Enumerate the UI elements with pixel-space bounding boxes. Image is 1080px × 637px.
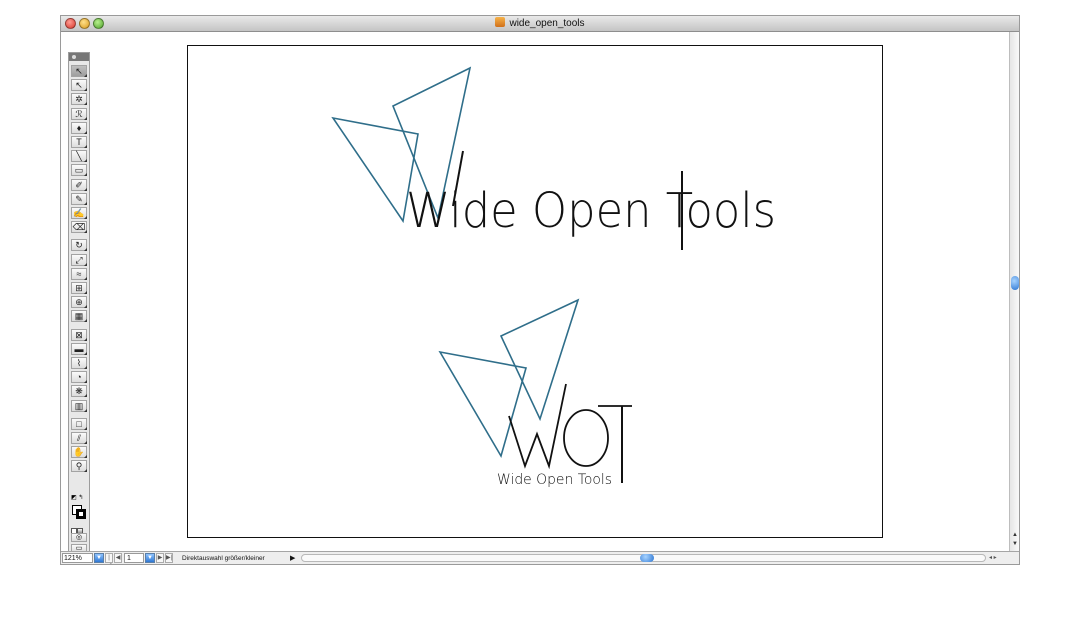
document-canvas[interactable]: Wide Open Tools Wide Open Tools ↖ ↖ ✲ ℛ ♦ T ╲ ▭… bbox=[61, 32, 1009, 560]
status-menu-arrow-icon[interactable]: ▶ bbox=[290, 552, 295, 564]
pencil-tool-icon[interactable]: ✎ bbox=[71, 192, 87, 205]
type-tool-icon[interactable]: T bbox=[71, 136, 87, 148]
fill-stroke-icon[interactable] bbox=[71, 504, 87, 520]
logo-wordmark-text: Wide Open Tools bbox=[406, 183, 776, 239]
horizontal-scroll-arrows-icon[interactable]: ◂ ▸ bbox=[989, 553, 997, 563]
rectangle-tool-icon[interactable]: ▭ bbox=[71, 164, 87, 177]
drawing-mode-icon[interactable]: ◎ bbox=[71, 533, 87, 542]
blend-tool-icon[interactable]: ◔ bbox=[71, 371, 87, 384]
shape-builder-tool-icon[interactable]: ⊕ bbox=[71, 296, 87, 309]
window-title: wide_open_tools bbox=[509, 18, 585, 29]
horizontal-scroll-thumb[interactable] bbox=[640, 554, 654, 562]
next-artboard-button[interactable]: ▶ bbox=[156, 553, 164, 563]
panel-close-icon[interactable] bbox=[72, 55, 76, 59]
slice-tool-icon[interactable]: ⫽ bbox=[71, 432, 87, 444]
zoom-field[interactable]: 121% bbox=[62, 553, 93, 563]
rotate-tool-icon[interactable]: ↻ bbox=[71, 239, 87, 252]
zoom-dropdown-button[interactable]: ▼ bbox=[94, 553, 104, 563]
paintbrush-tool-icon[interactable]: ✐ bbox=[71, 178, 87, 191]
symbol-sprayer-tool-icon[interactable]: ❋ bbox=[71, 385, 87, 398]
direct-selection-tool-icon[interactable]: ↖ bbox=[71, 79, 87, 92]
scale-tool-icon[interactable]: ⤢ bbox=[71, 253, 87, 266]
blob-brush-tool-icon[interactable]: ✍ bbox=[71, 207, 87, 219]
color-mode-icon[interactable] bbox=[71, 523, 87, 554]
title-bar[interactable]: wide_open_tools bbox=[61, 16, 1019, 32]
vertical-scrollbar[interactable]: ▲ ▼ bbox=[1009, 32, 1019, 551]
tools-panel: ↖ ↖ ✲ ℛ ♦ T ╲ ▭ ✐ ✎ ✍ ⌫ ↻ ⤢ ≈ ⊞ ⊕ ▦ ⊠ ▬ ⌇ ◔ ❋ ▥ □ ⫽ ✋ ⚲ ◩ ↰ ◎ ▭ bbox=[68, 52, 90, 560]
warp-tool-icon[interactable]: ≈ bbox=[71, 267, 87, 280]
gradient-tool-icon[interactable]: ▬ bbox=[71, 342, 87, 355]
vertical-scroll-thumb[interactable] bbox=[1011, 276, 1019, 290]
mesh-tool-icon[interactable]: ⊠ bbox=[71, 328, 87, 341]
artboard[interactable]: Wide Open Tools Wide Open Tools bbox=[187, 45, 883, 538]
lasso-tool-icon[interactable]: ℛ bbox=[71, 107, 87, 120]
tools-panel-header[interactable] bbox=[69, 53, 89, 61]
artboard-dropdown-button[interactable]: ▼ bbox=[145, 553, 155, 563]
mark-triangle-small bbox=[438, 350, 528, 459]
swap-colors-icon[interactable]: ◩ ↰ bbox=[71, 495, 87, 502]
status-text: Direktauswahl größer/kleiner bbox=[182, 555, 265, 562]
zoom-tool-icon[interactable]: ⚲ bbox=[71, 460, 87, 473]
horizontal-scrollbar[interactable] bbox=[301, 554, 986, 562]
artboard-tool-icon[interactable]: □ bbox=[71, 417, 87, 430]
mark-subtitle: Wide Open Tools bbox=[497, 472, 612, 488]
last-artboard-button[interactable]: ▶| bbox=[165, 553, 173, 563]
status-bar: 121% ▼ |◀ ◀ 1 ▼ ▶ ▶| Direktauswahl größe… bbox=[61, 551, 1019, 564]
selection-tool-icon[interactable]: ↖ bbox=[71, 65, 87, 77]
document-icon bbox=[495, 17, 506, 27]
scroll-down-arrow-icon[interactable]: ▼ bbox=[1012, 541, 1018, 548]
window-title-group: wide_open_tools bbox=[61, 17, 1019, 31]
eyedropper-tool-icon[interactable]: ⌇ bbox=[71, 357, 87, 369]
line-segment-tool-icon[interactable]: ╲ bbox=[71, 150, 87, 163]
scroll-up-arrow-icon[interactable]: ▲ bbox=[1012, 532, 1018, 539]
eraser-tool-icon[interactable]: ⌫ bbox=[71, 221, 87, 234]
logo-artwork: Wide Open Tools Wide Open Tools bbox=[331, 66, 776, 488]
pen-tool-icon[interactable]: ♦ bbox=[71, 121, 87, 134]
mark-triangle-large bbox=[499, 298, 580, 422]
perspective-grid-tool-icon[interactable]: ▦ bbox=[71, 310, 87, 323]
first-artboard-button[interactable]: |◀ bbox=[105, 553, 113, 564]
artboard-number-field[interactable]: 1 bbox=[124, 553, 144, 563]
previous-artboard-button[interactable]: ◀ bbox=[114, 553, 122, 563]
column-graph-tool-icon[interactable]: ▥ bbox=[71, 399, 87, 412]
magic-wand-tool-icon[interactable]: ✲ bbox=[71, 93, 87, 106]
free-transform-tool-icon[interactable]: ⊞ bbox=[71, 282, 87, 294]
mark-letter-o bbox=[563, 409, 609, 467]
hand-tool-icon[interactable]: ✋ bbox=[71, 446, 87, 459]
illustrator-window: wide_open_tools Wide Open Tools Wide Ope… bbox=[60, 15, 1020, 565]
